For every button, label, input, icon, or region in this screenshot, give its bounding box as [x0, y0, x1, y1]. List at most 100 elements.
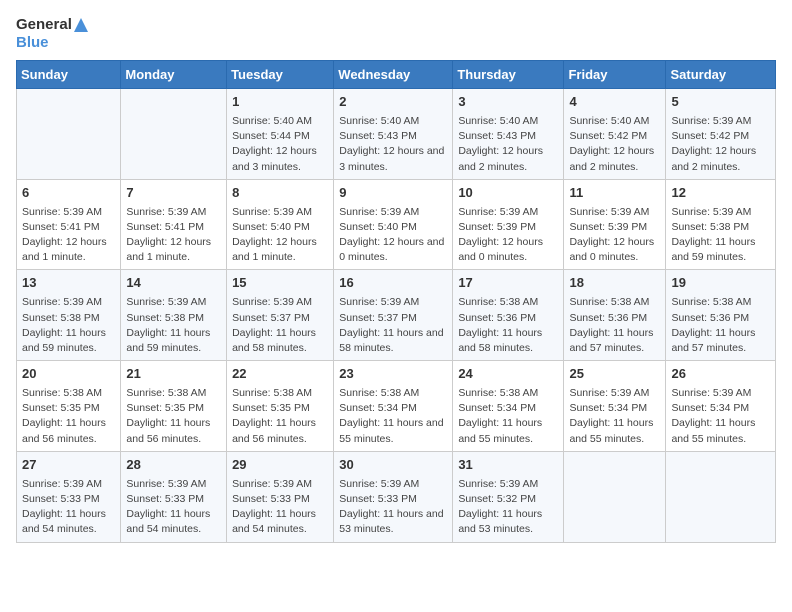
day-number: 20 [22, 365, 115, 384]
day-number: 24 [458, 365, 558, 384]
week-row-5: 27 Sunrise: 5:39 AM Sunset: 5:33 PM Dayli… [17, 451, 776, 542]
day-number: 18 [569, 274, 660, 293]
cell-content: Sunrise: 5:39 AM Sunset: 5:37 PM Dayligh… [339, 295, 447, 356]
cell-content: Sunrise: 5:38 AM Sunset: 5:36 PM Dayligh… [671, 295, 770, 356]
calendar-cell: 7Sunrise: 5:39 AM Sunset: 5:41 PM Daylig… [121, 179, 227, 270]
week-row-4: 20 Sunrise: 5:38 AM Sunset: 5:35 PM Dayli… [17, 361, 776, 452]
calendar-cell: 5Sunrise: 5:39 AM Sunset: 5:42 PM Daylig… [666, 89, 776, 180]
day-number: 31 [458, 456, 558, 475]
column-header-saturday: Saturday [666, 61, 776, 89]
day-number: 29 [232, 456, 328, 475]
cell-content: Sunrise: 5:39 AM Sunset: 5:37 PM Dayligh… [232, 295, 328, 356]
day-number: 8 [232, 184, 328, 203]
cell-content: Sunrise: 5:39 AM Sunset: 5:39 PM Dayligh… [569, 205, 660, 266]
cell-content: Sunrise: 5:39 AM Sunset: 5:40 PM Dayligh… [232, 205, 328, 266]
calendar-cell [564, 451, 666, 542]
cell-content: Sunrise: 5:39 AM Sunset: 5:34 PM Dayligh… [569, 386, 660, 447]
day-number: 16 [339, 274, 447, 293]
cell-content: Sunrise: 5:39 AM Sunset: 5:39 PM Dayligh… [458, 205, 558, 266]
calendar-table: SundayMondayTuesdayWednesdayThursdayFrid… [16, 60, 776, 543]
calendar-cell: 30Sunrise: 5:39 AM Sunset: 5:33 PM Dayli… [334, 451, 453, 542]
cell-content: Sunrise: 5:39 AM Sunset: 5:38 PM Dayligh… [126, 295, 221, 356]
calendar-cell: 21 Sunrise: 5:38 AM Sunset: 5:35 PM Dayli… [121, 361, 227, 452]
column-header-friday: Friday [564, 61, 666, 89]
cell-content: Sunrise: 5:38 AM Sunset: 5:35 PM Dayligh… [22, 386, 115, 447]
day-number: 1 [232, 93, 328, 112]
cell-content: Sunrise: 5:38 AM Sunset: 5:35 PM Dayligh… [126, 386, 221, 447]
cell-content: Sunrise: 5:40 AM Sunset: 5:43 PM Dayligh… [458, 114, 558, 175]
column-header-tuesday: Tuesday [227, 61, 334, 89]
day-number: 15 [232, 274, 328, 293]
cell-content: Sunrise: 5:39 AM Sunset: 5:33 PM Dayligh… [126, 477, 221, 538]
cell-content: Sunrise: 5:38 AM Sunset: 5:36 PM Dayligh… [569, 295, 660, 356]
cell-content: Sunrise: 5:39 AM Sunset: 5:42 PM Dayligh… [671, 114, 770, 175]
cell-content: Sunrise: 5:40 AM Sunset: 5:42 PM Dayligh… [569, 114, 660, 175]
cell-content: Sunrise: 5:39 AM Sunset: 5:41 PM Dayligh… [126, 205, 221, 266]
page-header: General Blue [16, 16, 776, 52]
day-number: 2 [339, 93, 447, 112]
week-row-2: 6 Sunrise: 5:39 AM Sunset: 5:41 PM Daylig… [17, 179, 776, 270]
cell-content: Sunrise: 5:39 AM Sunset: 5:38 PM Dayligh… [22, 295, 115, 356]
cell-content: Sunrise: 5:39 AM Sunset: 5:33 PM Dayligh… [22, 477, 115, 538]
calendar-cell: 24Sunrise: 5:38 AM Sunset: 5:34 PM Dayli… [453, 361, 564, 452]
column-header-sunday: Sunday [17, 61, 121, 89]
calendar-cell: 25Sunrise: 5:39 AM Sunset: 5:34 PM Dayli… [564, 361, 666, 452]
day-number: 22 [232, 365, 328, 384]
cell-content: Sunrise: 5:40 AM Sunset: 5:43 PM Dayligh… [339, 114, 447, 175]
cell-content: Sunrise: 5:39 AM Sunset: 5:38 PM Dayligh… [671, 205, 770, 266]
day-number: 3 [458, 93, 558, 112]
calendar-cell: 20 Sunrise: 5:38 AM Sunset: 5:35 PM Dayli… [17, 361, 121, 452]
day-number: 13 [22, 274, 115, 293]
cell-content: Sunrise: 5:38 AM Sunset: 5:35 PM Dayligh… [232, 386, 328, 447]
cell-content: Sunrise: 5:39 AM Sunset: 5:41 PM Dayligh… [22, 205, 115, 266]
week-row-3: 13 Sunrise: 5:39 AM Sunset: 5:38 PM Dayli… [17, 270, 776, 361]
cell-content: Sunrise: 5:40 AM Sunset: 5:44 PM Dayligh… [232, 114, 328, 175]
calendar-cell: 19Sunrise: 5:38 AM Sunset: 5:36 PM Dayli… [666, 270, 776, 361]
calendar-cell: 14 Sunrise: 5:39 AM Sunset: 5:38 PM Dayli… [121, 270, 227, 361]
calendar-cell [17, 89, 121, 180]
day-number: 28 [126, 456, 221, 475]
calendar-cell: 11 Sunrise: 5:39 AM Sunset: 5:39 PM Dayli… [564, 179, 666, 270]
logo-general-text: General [16, 16, 88, 34]
cell-content: Sunrise: 5:39 AM Sunset: 5:34 PM Dayligh… [671, 386, 770, 447]
cell-content: Sunrise: 5:38 AM Sunset: 5:34 PM Dayligh… [339, 386, 447, 447]
day-number: 23 [339, 365, 447, 384]
calendar-cell: 13 Sunrise: 5:39 AM Sunset: 5:38 PM Dayli… [17, 270, 121, 361]
calendar-cell: 1 Sunrise: 5:40 AM Sunset: 5:44 PM Daylig… [227, 89, 334, 180]
day-number: 6 [22, 184, 115, 203]
calendar-cell: 10 Sunrise: 5:39 AM Sunset: 5:39 PM Dayli… [453, 179, 564, 270]
day-number: 30 [339, 456, 447, 475]
day-number: 21 [126, 365, 221, 384]
calendar-cell: 8 Sunrise: 5:39 AM Sunset: 5:40 PM Daylig… [227, 179, 334, 270]
calendar-cell: 3 Sunrise: 5:40 AM Sunset: 5:43 PM Daylig… [453, 89, 564, 180]
cell-content: Sunrise: 5:39 AM Sunset: 5:33 PM Dayligh… [232, 477, 328, 538]
day-number: 10 [458, 184, 558, 203]
calendar-cell: 23 Sunrise: 5:38 AM Sunset: 5:34 PM Dayli… [334, 361, 453, 452]
calendar-cell: 29 Sunrise: 5:39 AM Sunset: 5:33 PM Dayli… [227, 451, 334, 542]
cell-content: Sunrise: 5:38 AM Sunset: 5:36 PM Dayligh… [458, 295, 558, 356]
column-header-thursday: Thursday [453, 61, 564, 89]
day-number: 27 [22, 456, 115, 475]
calendar-cell: 31Sunrise: 5:39 AM Sunset: 5:32 PM Dayli… [453, 451, 564, 542]
calendar-cell: 26 Sunrise: 5:39 AM Sunset: 5:34 PM Dayli… [666, 361, 776, 452]
day-number: 14 [126, 274, 221, 293]
calendar-cell: 12 Sunrise: 5:39 AM Sunset: 5:38 PM Dayli… [666, 179, 776, 270]
column-header-monday: Monday [121, 61, 227, 89]
calendar-cell: 4 Sunrise: 5:40 AM Sunset: 5:42 PM Daylig… [564, 89, 666, 180]
calendar-cell: 22 Sunrise: 5:38 AM Sunset: 5:35 PM Dayli… [227, 361, 334, 452]
day-number: 12 [671, 184, 770, 203]
column-header-wednesday: Wednesday [334, 61, 453, 89]
calendar-cell: 17 Sunrise: 5:38 AM Sunset: 5:36 PM Dayli… [453, 270, 564, 361]
calendar-cell: 9Sunrise: 5:39 AM Sunset: 5:40 PM Daylig… [334, 179, 453, 270]
calendar-cell: 15 Sunrise: 5:39 AM Sunset: 5:37 PM Dayli… [227, 270, 334, 361]
day-number: 4 [569, 93, 660, 112]
logo-blue-text: Blue [16, 34, 88, 52]
calendar-cell: 2 Sunrise: 5:40 AM Sunset: 5:43 PM Daylig… [334, 89, 453, 180]
calendar-cell: 27 Sunrise: 5:39 AM Sunset: 5:33 PM Dayli… [17, 451, 121, 542]
day-number: 26 [671, 365, 770, 384]
day-number: 11 [569, 184, 660, 203]
calendar-cell: 18 Sunrise: 5:38 AM Sunset: 5:36 PM Dayli… [564, 270, 666, 361]
day-number: 17 [458, 274, 558, 293]
logo-triangle-icon [74, 18, 88, 32]
calendar-cell [666, 451, 776, 542]
